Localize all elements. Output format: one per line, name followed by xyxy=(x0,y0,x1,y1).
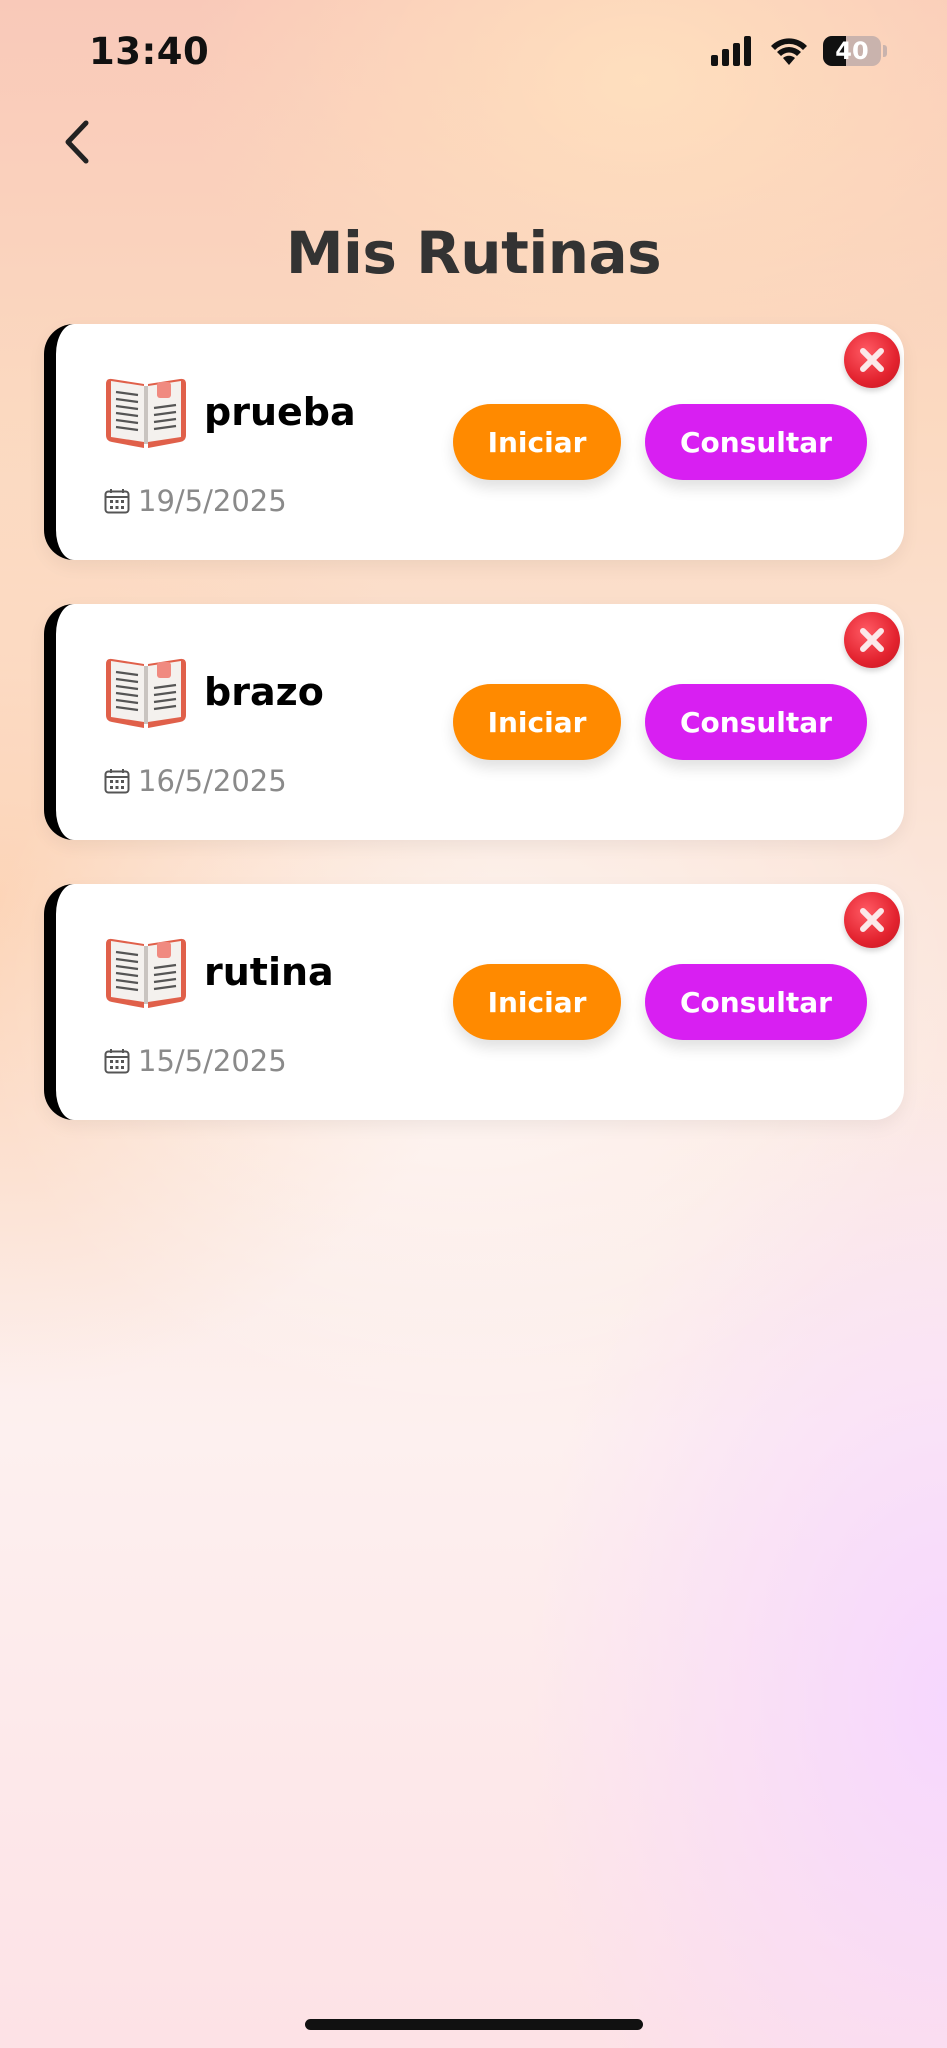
routine-date: 19/5/2025 xyxy=(104,484,287,518)
cellular-signal-icon xyxy=(711,36,751,66)
consult-button[interactable]: Consultar xyxy=(645,404,867,480)
start-button[interactable]: Iniciar xyxy=(453,964,621,1040)
calendar-icon xyxy=(104,489,130,514)
routine-date-text: 15/5/2025 xyxy=(138,1044,287,1078)
book-icon xyxy=(106,938,186,1008)
calendar-icon xyxy=(104,769,130,794)
close-icon xyxy=(860,628,884,652)
delete-button[interactable] xyxy=(844,612,900,668)
status-bar: 13:40 40 xyxy=(0,0,947,100)
chevron-left-icon xyxy=(65,120,89,164)
start-button[interactable]: Iniciar xyxy=(453,404,621,480)
consult-button[interactable]: Consultar xyxy=(645,964,867,1040)
status-icons: 40 xyxy=(711,36,887,66)
consult-button[interactable]: Consultar xyxy=(645,684,867,760)
status-time: 13:40 xyxy=(89,30,210,73)
battery-tip xyxy=(883,45,887,57)
routine-list: prueba 19/5/2025 Iniciar Consultar brazo… xyxy=(44,324,904,1164)
calendar-icon xyxy=(104,1049,130,1074)
home-indicator xyxy=(305,2019,643,2030)
battery-icon: 40 xyxy=(823,36,881,66)
close-icon xyxy=(860,348,884,372)
delete-button[interactable] xyxy=(844,332,900,388)
page-title: Mis Rutinas xyxy=(285,218,662,287)
routine-date-text: 16/5/2025 xyxy=(138,764,287,798)
delete-button[interactable] xyxy=(844,892,900,948)
routine-card: brazo 16/5/2025 Iniciar Consultar xyxy=(44,604,904,840)
routine-name: prueba xyxy=(204,390,356,434)
routine-date-text: 19/5/2025 xyxy=(138,484,287,518)
wifi-icon xyxy=(771,38,807,65)
start-button[interactable]: Iniciar xyxy=(453,684,621,760)
close-icon xyxy=(860,908,884,932)
routine-card: prueba 19/5/2025 Iniciar Consultar xyxy=(44,324,904,560)
back-button[interactable] xyxy=(52,112,102,172)
routine-card: rutina 15/5/2025 Iniciar Consultar xyxy=(44,884,904,1120)
routine-name: rutina xyxy=(204,950,334,994)
routine-date: 16/5/2025 xyxy=(104,764,287,798)
book-icon xyxy=(106,658,186,728)
battery-level: 40 xyxy=(835,37,869,65)
routine-name: brazo xyxy=(204,670,324,714)
routine-date: 15/5/2025 xyxy=(104,1044,287,1078)
book-icon xyxy=(106,378,186,448)
